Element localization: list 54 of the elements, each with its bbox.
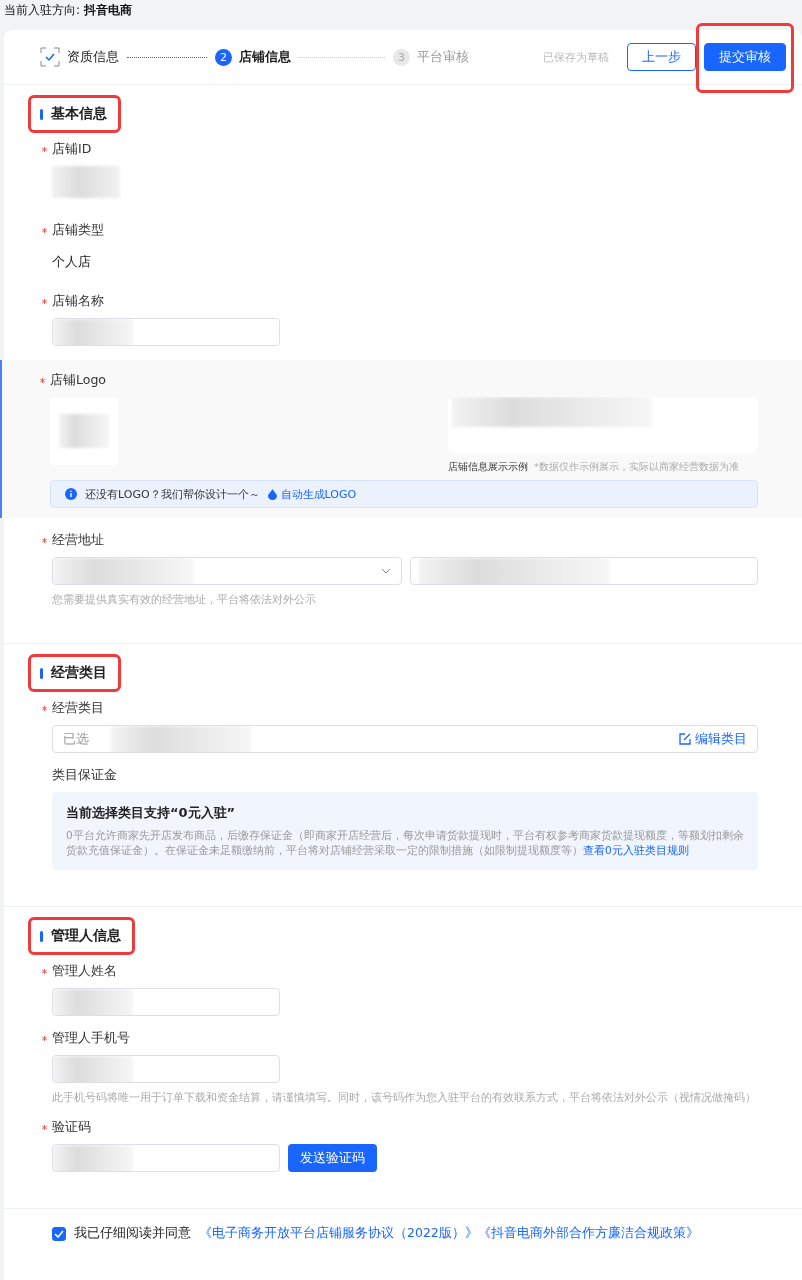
notice-text: 0平台允许商家先开店发布商品，后缴存保证金（即商家开店经营后，每次申请货款提现时，平台有权参考商家货款提现额度，等额划扣剩余货款充值保证金）。在保证金未足额缴纳前，平台将对店铺经营采取一定的限制措施（如限制提现额度等）查看0元入驻类目规则: [66, 828, 744, 858]
field-label: 管理人姓名: [52, 963, 117, 980]
section-title: 管理人信息: [51, 927, 121, 945]
agreement-link[interactable]: 《抖音电商外部合作方廉洁合规政策》: [477, 1225, 699, 1242]
redacted-value: [52, 166, 120, 198]
tip-text: 还没有LOGO？我们帮你设计一个～: [85, 486, 260, 502]
agreement-text: 我已仔细阅读并同意: [74, 1225, 191, 1242]
drop-icon: [267, 488, 277, 500]
input-field[interactable]: [52, 318, 280, 346]
draft-status: 已保存为草稿: [543, 49, 609, 65]
section-title: 基本信息: [51, 105, 107, 123]
check-icon: [40, 47, 60, 67]
info-icon: [65, 488, 77, 500]
field-label: 店铺名称: [52, 293, 104, 310]
section-marker: [40, 667, 43, 679]
back-button[interactable]: 上一步: [627, 43, 696, 71]
field-hint: 您需要提供真实有效的经营地址，平台将依法对外公示: [52, 593, 317, 607]
section-marker: [40, 930, 43, 942]
step: 资质信息: [40, 47, 119, 67]
section-marker: [40, 108, 43, 120]
field-label: 管理人手机号: [52, 1030, 130, 1047]
field-label: 类目保证金: [52, 767, 117, 784]
logo-upload[interactable]: [50, 397, 118, 465]
agreement-link[interactable]: 《电子商务开放平台店铺服务协议（2022版）》: [199, 1225, 478, 1242]
field-label: 验证码: [52, 1119, 91, 1136]
field-label: 店铺Logo: [50, 372, 106, 389]
preview-note: *数据仅作示例展示，实际以商家经营数据为准: [534, 461, 739, 474]
field-label: 经营类目: [52, 700, 104, 717]
region-select[interactable]: [52, 557, 402, 585]
generate-logo-link[interactable]: 自动生成LOGO: [267, 486, 357, 502]
chevron-down-icon: [381, 568, 391, 574]
rules-link[interactable]: 查看0元入驻类目规则: [583, 844, 689, 856]
step: 2 店铺信息: [215, 48, 291, 66]
field-label: 店铺类型: [52, 222, 104, 239]
edit-icon: [679, 733, 691, 745]
field-hint: 此手机号码将唯一用于订单下载和资金结算，请谨慎填写。同时，该号码作为您入驻平台的有效联系方式，平台将依法对外公示（视情况做掩码）: [52, 1091, 757, 1105]
field-value: 个人店: [52, 253, 92, 271]
direction-value: 抖音电商: [84, 2, 133, 19]
agree-checkbox[interactable]: [52, 1226, 66, 1241]
step: 3 平台审核: [393, 48, 469, 66]
input-field[interactable]: [52, 1055, 280, 1083]
field-label: 店铺ID: [52, 141, 92, 158]
address-input[interactable]: [410, 557, 758, 585]
direction-label: 当前入驻方向:: [4, 2, 81, 19]
notice-title: 当前选择类目支持“0元入驻”: [66, 804, 237, 822]
preview-caption: 店铺信息展示示例: [448, 461, 528, 474]
code-input[interactable]: [52, 1144, 280, 1172]
field-label: 经营地址: [52, 532, 104, 549]
section-title: 经营类目: [51, 664, 107, 682]
category-field[interactable]: 已选 编辑类目: [52, 725, 758, 753]
edit-category-link[interactable]: 编辑类目: [679, 730, 747, 748]
input-field[interactable]: [52, 988, 280, 1016]
send-code-button[interactable]: 发送验证码: [288, 1144, 377, 1172]
submit-button[interactable]: 提交审核: [704, 43, 786, 71]
